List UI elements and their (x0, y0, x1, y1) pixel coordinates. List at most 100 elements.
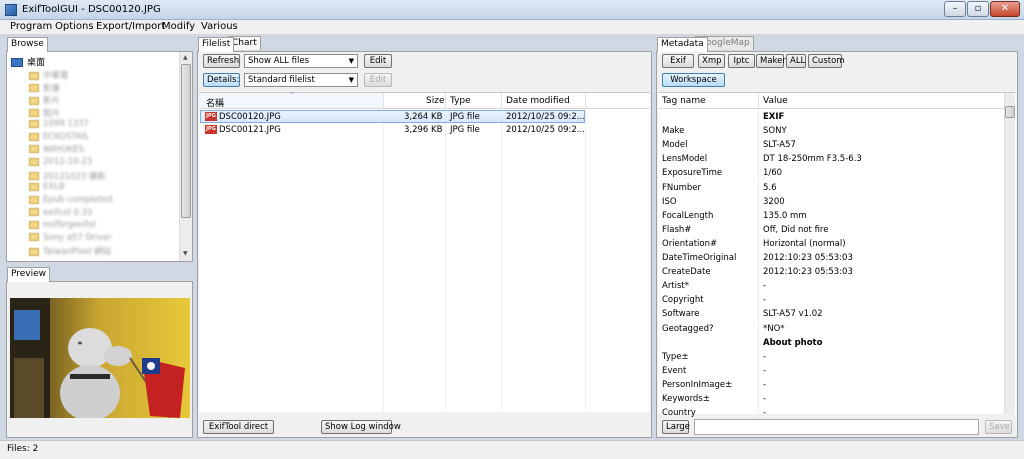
filelist-combo[interactable]: Standard filelist ▼ (244, 73, 358, 87)
edit-filter-button[interactable]: Edit (364, 54, 392, 68)
metadata-section-row[interactable]: About photo (658, 335, 1004, 350)
browse-scroll-thumb[interactable] (181, 64, 191, 218)
tree-folder-item[interactable]: 影片 (29, 94, 60, 106)
tree-folder-label: TaiwanPixel 網站 (43, 247, 112, 258)
metadata-row[interactable]: Copyright - (658, 293, 1004, 308)
exif-button[interactable]: Exif (662, 54, 694, 68)
tree-folder-item[interactable]: 影像 (29, 82, 60, 94)
file-table[interactable]: ⌃ 名稱 Size Type Date modified JPG DSC00120… (199, 91, 650, 412)
metadata-tag: FNumber (662, 182, 702, 193)
metadata-row[interactable]: FNumber 5.6 (658, 180, 1004, 195)
metadata-row[interactable]: Software SLT-A57 v1.02 (658, 307, 1004, 322)
column-line (758, 166, 759, 181)
tree-folder-item[interactable]: 照片 (29, 107, 60, 119)
file-row[interactable]: JPG DSC00120.JPG 3,264 KB JPG file 2012/1… (200, 110, 585, 123)
col-divider[interactable] (758, 93, 759, 109)
col-tag-name[interactable]: Tag name (662, 96, 706, 106)
maximize-button[interactable]: ▫ (967, 1, 989, 17)
metadata-row[interactable]: Keywords± - (658, 392, 1004, 406)
tree-folder-item[interactable]: ECKOSTAIL (29, 132, 89, 144)
preview-image (10, 298, 190, 418)
details-button[interactable]: Details: (203, 73, 240, 87)
tree-desktop[interactable]: 桌面 (11, 55, 45, 68)
browse-tree[interactable]: 桌面 中華電 影像 影片 照片 1099 1337 ECKOSTAIL WAYOKES 201… (6, 51, 193, 262)
metadata-row[interactable]: ISO 3200 (658, 194, 1004, 209)
metadata-row[interactable]: Make SONY (658, 124, 1004, 139)
metadata-row[interactable]: PersonInImage± - (658, 377, 1004, 392)
col-size[interactable]: Size (426, 96, 444, 106)
col-type[interactable]: Type (450, 96, 471, 106)
filter-combo[interactable]: Show ALL files ▼ (244, 54, 358, 68)
metadata-row[interactable]: Event - (658, 363, 1004, 378)
col-name[interactable]: 名稱 (206, 96, 224, 109)
metadata-row[interactable]: ExposureTime 1/60 (658, 166, 1004, 181)
metadata-row[interactable]: Artist* - (658, 279, 1004, 294)
menu-program[interactable]: Program (10, 21, 52, 32)
folder-icon (29, 96, 39, 105)
workspace-button[interactable]: Workspace (662, 73, 725, 87)
tree-folder-item[interactable]: Epub completed (29, 195, 112, 207)
iptc-button[interactable]: Iptc (728, 54, 755, 68)
metadata-table[interactable]: Tag name Value EXIF Make SONY Model SLT-A57 L… (658, 92, 1016, 421)
metadata-row[interactable]: Country - (658, 406, 1004, 421)
exiftool-direct-button[interactable]: ExifTool direct (203, 420, 274, 434)
tab-metadata[interactable]: Metadata (657, 37, 708, 52)
metadata-row[interactable]: CreateDate 2012:10:23 05:53:03 (658, 265, 1004, 280)
metadata-row[interactable]: FocalLength 135.0 mm (658, 208, 1004, 223)
value-edit-input[interactable] (694, 419, 979, 435)
metadata-row[interactable]: Flash# Off, Did not fire (658, 222, 1004, 237)
col-value[interactable]: Value (763, 96, 788, 106)
tree-folder-item[interactable]: exifcol 0.33 (29, 208, 92, 220)
col-date[interactable]: Date modified (506, 96, 570, 106)
scroll-down-icon[interactable]: ▼ (183, 250, 188, 257)
tree-folder-item[interactable]: TaiwanPixel 網站 (29, 245, 111, 257)
metadata-row[interactable]: LensModel DT 18-250mm F3.5-6.3 (658, 152, 1004, 167)
col-divider[interactable] (383, 93, 384, 109)
metadata-tag: Copyright (662, 295, 704, 306)
tree-folder-label: 影像 (43, 83, 61, 94)
tab-preview[interactable]: Preview (7, 267, 51, 282)
tree-folder-item[interactable]: exifbrgexifol (29, 220, 96, 232)
metadata-scrollbar[interactable] (1004, 93, 1015, 414)
tree-folder-item[interactable]: 2012-10-23 (29, 157, 92, 169)
show-log-button[interactable]: Show Log window (321, 420, 401, 434)
tree-folder-item[interactable]: 20121023 攝影 (29, 170, 106, 182)
menu-various[interactable]: Various (201, 21, 238, 32)
close-button[interactable]: ✕ (990, 1, 1020, 17)
large-button[interactable]: Large (662, 420, 690, 434)
metadata-row[interactable]: Model SLT-A57 (658, 138, 1004, 153)
metadata-row[interactable]: Type± - (658, 349, 1004, 364)
tab-filelist[interactable]: Filelist (198, 37, 235, 52)
metadata-section-row[interactable]: EXIF (658, 110, 1004, 124)
menu-modify[interactable]: Modify (162, 21, 195, 32)
tree-folder-item[interactable]: 1099 1337 (29, 119, 89, 131)
tree-folder-item[interactable]: WAYOKES (29, 145, 84, 157)
menu-export-import[interactable]: Export/Import (96, 21, 165, 32)
col-divider[interactable] (585, 93, 586, 109)
custom-button[interactable]: Custom (808, 54, 845, 68)
tree-folder-item[interactable]: EXLB (29, 182, 65, 194)
column-line (758, 293, 759, 308)
metadata-tag: Country (662, 408, 696, 419)
metadata-scroll-thumb[interactable] (1005, 106, 1015, 118)
metadata-tag: Orientation# (662, 238, 718, 249)
file-row[interactable]: JPG DSC00121.JPG 3,296 KB JPG file 2012/1… (200, 124, 585, 137)
menu-options[interactable]: Options (55, 21, 94, 32)
refresh-button[interactable]: Refresh (203, 54, 240, 68)
metadata-row[interactable]: DateTimeOriginal 2012:10:23 05:53:03 (658, 251, 1004, 265)
tree-folder-item[interactable]: 中華電 (29, 69, 69, 81)
all-button[interactable]: ALL (786, 54, 806, 68)
metadata-tag: ExposureTime (662, 168, 723, 179)
metadata-row[interactable]: Orientation# Horizontal (normal) (658, 236, 1004, 251)
metadata-row[interactable]: Geotagged? *NO* (658, 321, 1004, 336)
col-divider[interactable] (501, 93, 502, 109)
scroll-up-icon[interactable]: ▲ (183, 54, 188, 61)
minimize-button[interactable]: – (944, 1, 966, 17)
column-line (501, 109, 502, 412)
tab-browse[interactable]: Browse (7, 37, 48, 52)
maker-button[interactable]: Maker (756, 54, 786, 68)
tree-folder-item[interactable]: Sony a57 Driver (29, 233, 112, 245)
browse-scrollbar[interactable]: ▲ ▼ (179, 52, 192, 261)
col-divider[interactable] (445, 93, 446, 109)
xmp-button[interactable]: Xmp (698, 54, 725, 68)
